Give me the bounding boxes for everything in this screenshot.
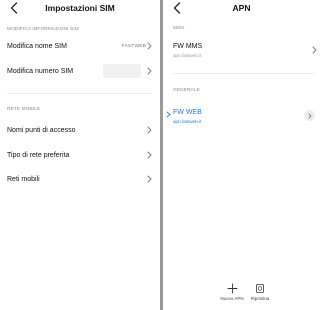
apn-name: FW MMS <box>173 43 203 50</box>
chevron-right-icon <box>147 175 152 183</box>
edit-sim-number-row[interactable]: Modifica numero SIM <box>0 62 160 80</box>
sim-settings-pane: Impostazioni SIM MODIFICA INFORMAZIONI S… <box>0 0 160 310</box>
apn-details-button[interactable] <box>304 110 315 121</box>
chevron-right-icon <box>147 151 152 159</box>
new-apn-button[interactable]: Nuovo APN <box>217 283 247 301</box>
new-apn-label: Nuovo APN <box>220 296 244 301</box>
apn-host: apn.fastweb.it <box>173 119 202 124</box>
chevron-right-icon <box>147 67 152 75</box>
section-label-mobile-network: RETE MOBILE <box>7 107 41 112</box>
mobile-networks-label: Reti mobili <box>7 175 40 183</box>
apn-pane: APN MMS FW MMS apn.fastweb.it GENERALE F… <box>163 0 320 310</box>
mobile-networks-row[interactable]: Reti mobili <box>0 170 160 188</box>
section-divider <box>173 73 314 74</box>
access-points-label: Nomi punti di accesso <box>7 126 76 134</box>
sim-settings-header: Impostazioni SIM <box>0 0 160 18</box>
edit-sim-number-label: Modifica numero SIM <box>7 67 74 75</box>
sim-number-field[interactable] <box>103 64 141 78</box>
reset-button[interactable]: Ripristina <box>245 283 275 301</box>
edit-sim-name-row[interactable]: Modifica nome SIM FASTWEB <box>0 37 160 55</box>
section-label-general: GENERALE <box>173 88 200 93</box>
chevron-right-icon <box>147 126 152 134</box>
selected-indicator-icon <box>166 111 171 118</box>
reset-icon <box>256 284 264 293</box>
sim-name-value: FASTWEB <box>121 43 146 49</box>
section-label-sim-info: MODIFICA INFORMAZIONI SIM <box>7 27 79 32</box>
preferred-network-row[interactable]: Tipo di rete preferita <box>0 146 160 164</box>
edit-sim-name-label: Modifica nome SIM <box>7 42 67 50</box>
reset-label: Ripristina <box>250 296 270 301</box>
apn-host: apn.fastweb.it <box>173 53 202 58</box>
chevron-right-icon <box>147 42 152 50</box>
chevron-right-icon <box>312 46 317 54</box>
section-label-mms: MMS <box>173 26 185 31</box>
page-title: APN <box>232 3 251 13</box>
plus-icon <box>227 283 237 294</box>
access-points-row[interactable]: Nomi punti di accesso <box>0 121 160 139</box>
chevron-right-icon <box>308 113 311 118</box>
preferred-network-label: Tipo di rete preferita <box>7 151 70 159</box>
page-title: Impostazioni SIM <box>45 3 115 13</box>
apn-header: APN <box>163 0 320 18</box>
apn-name: FW WEB <box>173 109 202 116</box>
section-divider <box>7 93 152 94</box>
